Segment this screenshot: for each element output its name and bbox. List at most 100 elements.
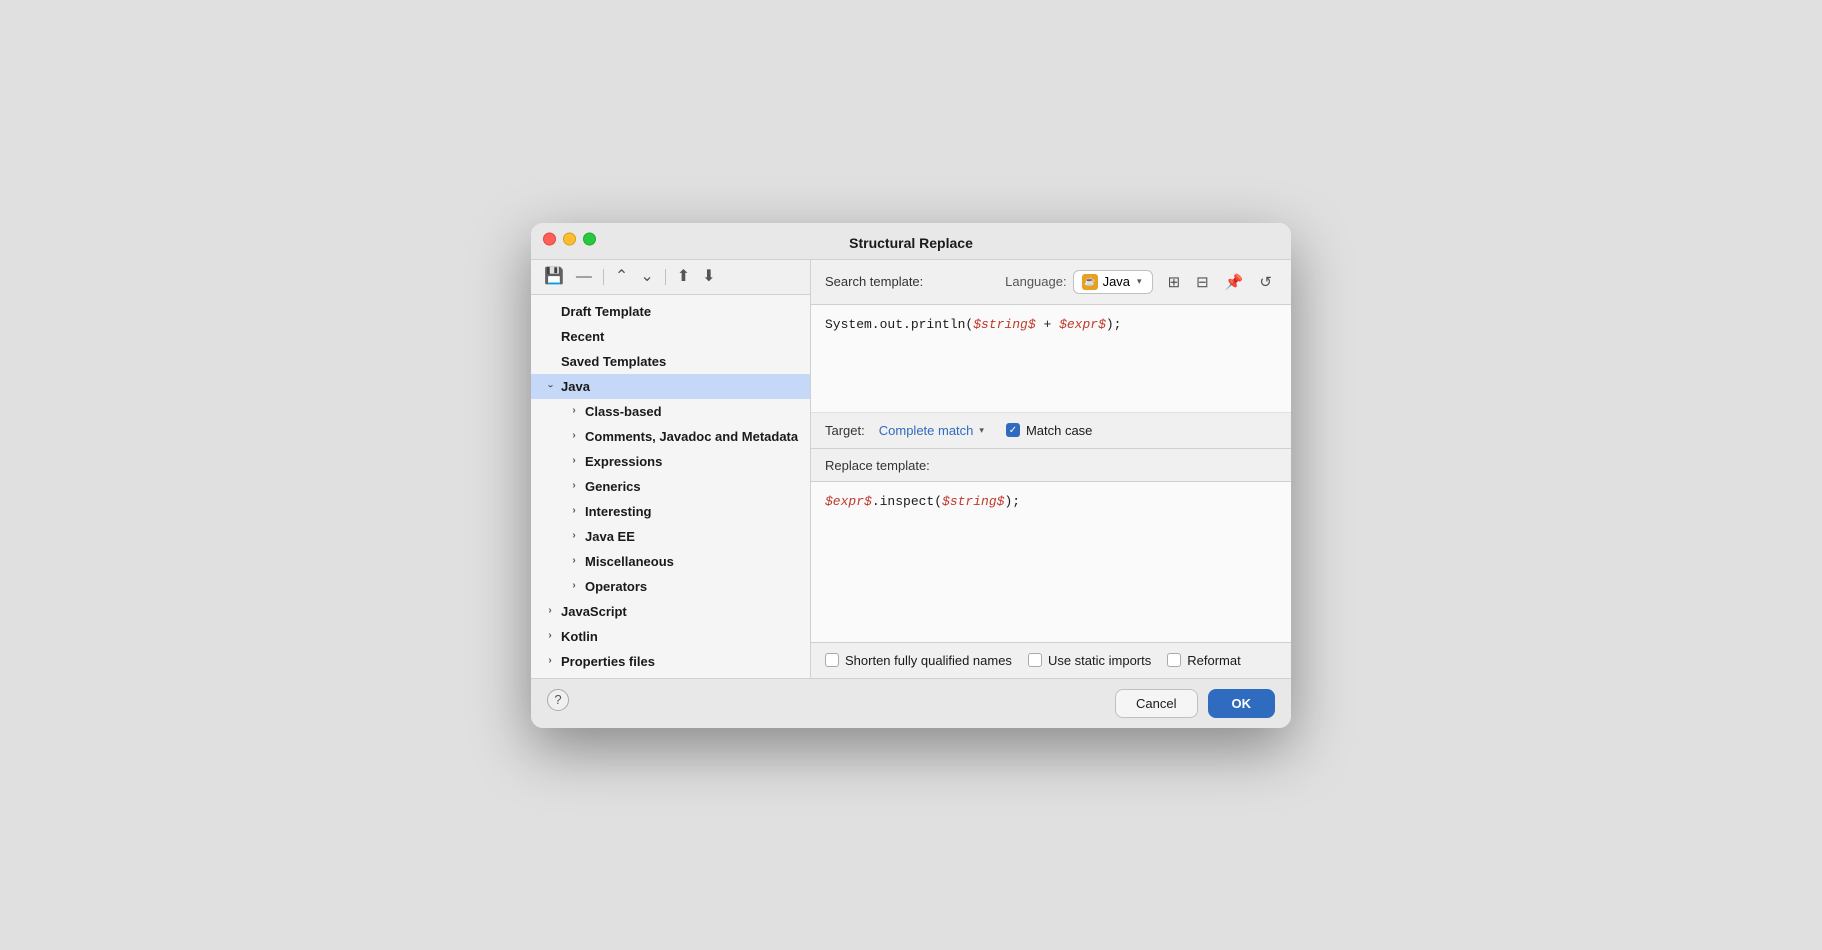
header-action-icons: ⊞ ⊟ 📌 ↺ [1163,270,1277,294]
sidebar-item-properties-files[interactable]: › Properties files [531,649,810,674]
expressions-arrow: › [567,454,581,468]
search-code-prefix: System.out.println( [825,317,973,332]
sidebar-item-label: Java [561,379,590,394]
match-case-checkbox[interactable]: ✓ [1006,423,1020,437]
pin-button[interactable]: 📌 [1220,270,1249,294]
replace-code-suffix: ); [1004,494,1020,509]
export-icon: ⬆ [677,268,690,285]
sidebar-item-javascript[interactable]: › JavaScript [531,599,810,624]
minus-icon: — [576,268,592,285]
target-row: Target: Complete match ▾ ✓ Match case [811,413,1291,449]
sidebar-item-miscellaneous[interactable]: › Miscellaneous [531,549,810,574]
arrow-spacer [543,329,557,343]
complete-match-label: Complete match [879,423,974,438]
close-button[interactable] [543,232,556,245]
refresh-icon: ↺ [1259,274,1272,291]
sidebar-item-expressions[interactable]: › Expressions [531,449,810,474]
sidebar-item-label: JavaScript [561,604,627,619]
properties-arrow: › [543,654,557,668]
sidebar-item-saved-templates[interactable]: Saved Templates [531,349,810,374]
sidebar-item-generics[interactable]: › Generics [531,474,810,499]
generics-arrow: › [567,479,581,493]
shorten-checkbox[interactable] [825,653,839,667]
sidebar-item-label: Operators [585,579,647,594]
toolbar-separator-2 [665,269,666,285]
sidebar-item-interesting[interactable]: › Interesting [531,499,810,524]
sidebar-item-java-ee[interactable]: › Java EE [531,524,810,549]
refresh-button[interactable]: ↺ [1254,270,1277,294]
dialog-title: Structural Replace [547,235,1275,251]
match-case-label: Match case [1026,423,1092,438]
sidebar-item-kotlin[interactable]: › Kotlin [531,624,810,649]
reformat-checkbox[interactable] [1167,653,1181,667]
shorten-label: Shorten fully qualified names [845,653,1012,668]
arrow-spacer [543,304,557,318]
structural-replace-dialog: Structural Replace 💾 — ⌃ ⌄ [531,223,1291,728]
sidebar-item-recent[interactable]: Recent [531,324,810,349]
sidebar-item-java[interactable]: › Java [531,374,810,399]
search-template-label: Search template: [825,274,923,289]
template-tree: Draft Template Recent Saved Templates › … [531,295,810,678]
search-template-header: Search template: Language: ☕ Java ▾ ⊞ ⊟ [811,260,1291,305]
cancel-button[interactable]: Cancel [1115,689,1197,718]
ok-button[interactable]: OK [1208,689,1276,718]
comments-arrow: › [567,429,581,443]
language-dropdown[interactable]: ☕ Java ▾ [1073,270,1153,294]
replace-code-editor[interactable]: $expr$.inspect($string$); [811,482,1291,642]
move-up-button[interactable]: ⌃ [612,266,631,288]
kotlin-arrow: › [543,629,557,643]
filter-icon: ⊟ [1196,274,1209,291]
language-value: Java [1103,274,1130,289]
bottom-options: Shorten fully qualified names Use static… [811,642,1291,678]
import-button[interactable]: ⬇ [699,266,718,288]
up-icon: ⌃ [615,268,628,285]
title-bar: Structural Replace [531,223,1291,260]
copy-icon: ⊞ [1168,274,1181,291]
java-lang-icon: ☕ [1082,274,1098,290]
search-code-suffix: ); [1106,317,1122,332]
toolbar-separator-1 [603,269,604,285]
static-imports-option: Use static imports [1028,653,1151,668]
help-button[interactable]: ? [547,689,569,711]
search-code-string-var: $string$ [973,317,1035,332]
copy-template-button[interactable]: ⊞ [1163,270,1186,294]
javascript-arrow: › [543,604,557,618]
sidebar-item-draft-template[interactable]: Draft Template [531,299,810,324]
java-expand-arrow: › [543,379,557,393]
filter-button[interactable]: ⊟ [1191,270,1214,294]
sidebar: 💾 — ⌃ ⌄ ⬆ ⬇ [531,260,811,678]
pin-icon: 📌 [1225,274,1244,291]
minimize-button[interactable] [563,232,576,245]
complete-match-chevron-icon: ▾ [979,425,984,436]
sidebar-item-comments-javadoc[interactable]: › Comments, Javadoc and Metadata [531,424,810,449]
replace-code-string-var: $string$ [942,494,1004,509]
replace-code-expr-var: $expr$ [825,494,872,509]
sidebar-item-label: Miscellaneous [585,554,674,569]
maximize-button[interactable] [583,232,596,245]
replace-template-header: Replace template: [811,449,1291,482]
export-button[interactable]: ⬆ [674,266,693,288]
static-imports-checkbox[interactable] [1028,653,1042,667]
sidebar-item-label: Draft Template [561,304,651,319]
sidebar-item-operators[interactable]: › Operators [531,574,810,599]
main-content: 💾 — ⌃ ⌄ ⬆ ⬇ [531,260,1291,678]
java-ee-arrow: › [567,529,581,543]
replace-template-label: Replace template: [825,458,930,473]
sidebar-item-label: Java EE [585,529,635,544]
save-template-button[interactable]: 💾 [541,266,567,288]
sidebar-item-label: Saved Templates [561,354,666,369]
complete-match-dropdown[interactable]: Complete match ▾ [875,421,988,440]
checkmark-icon: ✓ [1009,425,1017,436]
search-code-editor[interactable]: System.out.println($string$ + $expr$); [811,305,1291,413]
language-selector: Language: ☕ Java ▾ [1005,270,1152,294]
move-down-button[interactable]: ⌄ [637,266,656,288]
language-label: Language: [1005,274,1066,289]
class-based-arrow: › [567,404,581,418]
sidebar-item-class-based[interactable]: › Class-based [531,399,810,424]
window-controls [543,232,596,245]
match-case-row: ✓ Match case [1006,423,1092,438]
sidebar-item-label: Class-based [585,404,662,419]
sidebar-item-label: Properties files [561,654,655,669]
remove-template-button[interactable]: — [573,266,595,288]
down-icon: ⌄ [640,268,653,285]
